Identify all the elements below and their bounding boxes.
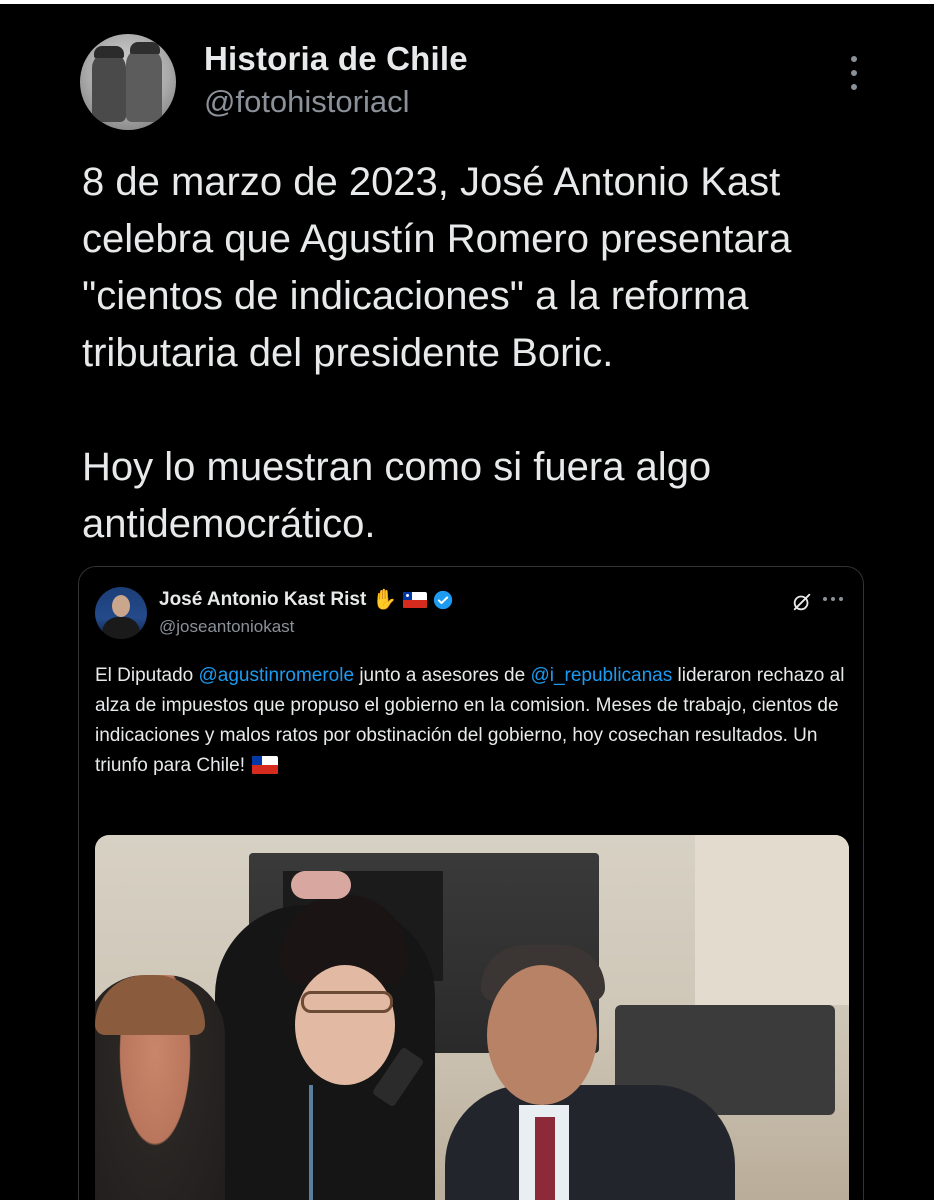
text-segment: El Diputado bbox=[95, 665, 199, 686]
more-dot bbox=[823, 597, 827, 601]
photo-man-right-face bbox=[487, 965, 597, 1105]
photo-tie bbox=[535, 1117, 555, 1200]
quoted-author-name[interactable]: José Antonio Kast Rist bbox=[159, 589, 366, 611]
avatar-suit bbox=[102, 617, 140, 639]
verified-badge-icon bbox=[434, 590, 453, 610]
photo-man-right bbox=[445, 1085, 735, 1200]
more-dot bbox=[839, 597, 843, 601]
quoted-author-name-row[interactable]: José Antonio Kast Rist ✋ bbox=[159, 589, 453, 611]
tweet-screen: Historia de Chile @fotohistoriacl 8 de m… bbox=[0, 4, 934, 1200]
photo-lanyard bbox=[309, 1085, 313, 1200]
photo-woman-face bbox=[295, 965, 395, 1085]
avatar-cap bbox=[130, 42, 160, 54]
photo-glasses bbox=[301, 991, 393, 1013]
avatar-head bbox=[112, 595, 130, 617]
author-name[interactable]: Historia de Chile bbox=[204, 40, 468, 78]
chile-flag-icon bbox=[403, 592, 428, 608]
mention-link[interactable]: @i_republicanas bbox=[530, 665, 672, 686]
quoted-tweet-text: El Diputado @agustinromerole junto a ase… bbox=[95, 661, 851, 781]
quoted-author-handle[interactable]: @joseantoniokast bbox=[159, 617, 294, 637]
quoted-author-avatar[interactable] bbox=[95, 587, 147, 639]
raised-hand-icon: ✋ bbox=[372, 589, 398, 611]
avatar-figure bbox=[92, 52, 126, 122]
grok-icon[interactable] bbox=[791, 591, 813, 613]
author-avatar[interactable] bbox=[80, 34, 176, 130]
more-dot bbox=[831, 597, 835, 601]
chile-flag-icon bbox=[252, 756, 279, 774]
more-dot bbox=[851, 56, 857, 62]
photo-scrunchie bbox=[291, 871, 351, 899]
more-vertical-icon[interactable] bbox=[844, 56, 864, 90]
quoted-tweet-card[interactable]: José Antonio Kast Rist ✋ @joseantoniokas… bbox=[78, 566, 864, 1200]
more-dot bbox=[851, 84, 857, 90]
author-handle[interactable]: @fotohistoriacl bbox=[204, 84, 410, 120]
more-horizontal-icon[interactable] bbox=[823, 597, 843, 601]
tweet-photo[interactable] bbox=[95, 835, 849, 1200]
mention-link[interactable]: @agustinromerole bbox=[199, 665, 355, 686]
avatar-cap bbox=[94, 46, 124, 58]
text-segment: junto a asesores de bbox=[354, 665, 531, 686]
avatar-figure bbox=[126, 48, 162, 122]
photo-wall bbox=[695, 835, 849, 1005]
more-dot bbox=[851, 70, 857, 76]
tweet-text: 8 de marzo de 2023, José Antonio Kast ce… bbox=[82, 160, 792, 546]
screenshot-frame: Historia de Chile @fotohistoriacl 8 de m… bbox=[0, 0, 938, 1200]
